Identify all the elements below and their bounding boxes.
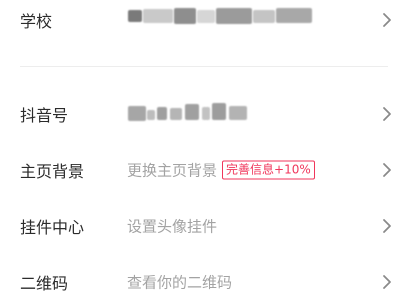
profile-background-label: 主页背景 — [20, 162, 85, 181]
profile-background-value: 更换主页背景 完善信息+10% — [127, 160, 315, 181]
profile-background-row[interactable]: 主页背景 更换主页背景 完善信息+10% — [0, 146, 408, 194]
douyin-id-row[interactable]: 抖音号 — [0, 90, 408, 138]
pendant-center-value: 设置头像挂件 — [127, 217, 218, 236]
complete-info-badge: 完善信息+10% — [222, 160, 315, 180]
qr-code-label: 二维码 — [20, 274, 69, 293]
chevron-right-icon — [383, 13, 391, 27]
pendant-center-row[interactable]: 挂件中心 设置头像挂件 — [0, 202, 408, 250]
douyin-id-label: 抖音号 — [20, 106, 69, 125]
chevron-right-icon — [383, 107, 391, 121]
chevron-right-icon — [383, 163, 391, 177]
school-row[interactable]: 学校 — [0, 0, 408, 44]
chevron-right-icon — [383, 219, 391, 233]
school-label: 学校 — [20, 12, 53, 31]
qr-code-row[interactable]: 二维码 查看你的二维码 — [0, 258, 408, 306]
chevron-right-icon — [383, 275, 391, 289]
section-divider — [20, 66, 388, 67]
profile-background-hint: 更换主页背景 — [127, 161, 218, 180]
qr-code-value: 查看你的二维码 — [127, 273, 233, 292]
pendant-center-label: 挂件中心 — [20, 218, 85, 237]
